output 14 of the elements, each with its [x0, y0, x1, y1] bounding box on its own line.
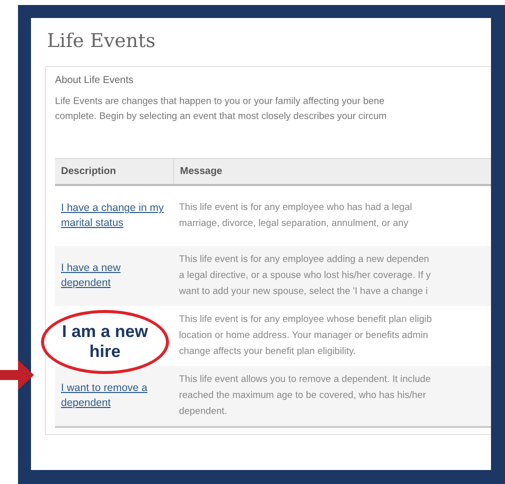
table-cell-text: This life event is for any employee adding a new dependen a legal directive, or a spouse who lost his/her coverage. If y want to add your new spouse, select the 'I have a change i — [178, 253, 432, 299]
callout-label: I am a new hire — [41, 310, 169, 374]
event-link[interactable]: I have a change in my marital status — [61, 201, 167, 231]
column-header: Message — [173, 159, 491, 184]
table-cell-text: This life event allows you to remove a dependent. It include reached the maximum age to be covered, who has his/her dependent. — [178, 373, 432, 419]
column-header: Description — [60, 165, 118, 179]
page-title: Life Events — [47, 30, 156, 52]
arrow-icon — [0, 358, 34, 392]
section-heading: About Life Events — [55, 75, 134, 86]
table-cell-text: This life event is for any employee whose benefit plan eligib location or home address. Your manager or benefits admin change affects your benefit plan eligibility. — [178, 313, 433, 359]
event-link[interactable]: I have a new dependent — [61, 261, 167, 291]
table-cell-text: This life event is for any employee who has had a legal marriage, divorce, legal separation, annulment, or any — [178, 201, 414, 231]
event-link[interactable]: I want to remove a dependent — [61, 381, 167, 411]
intro-text: Life Events are changes that happen to you or your family affecting your bene complete. Begin by selecting an event that most closely describes your circum — [55, 95, 388, 124]
